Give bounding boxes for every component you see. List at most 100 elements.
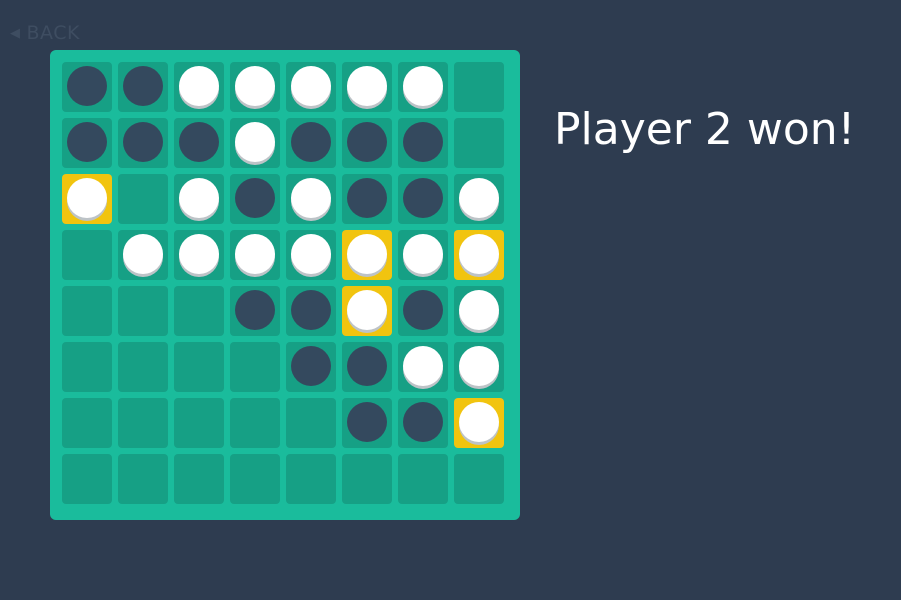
board-cell-r2-c2[interactable]: [118, 118, 168, 168]
board-cell-r6-c1[interactable]: [62, 342, 112, 392]
board-cell-r1-c4[interactable]: [230, 62, 280, 112]
board-cell-r5-c2[interactable]: [118, 286, 168, 336]
board-cell-r4-c7[interactable]: [398, 230, 448, 280]
dark-disc: [403, 290, 443, 330]
dark-disc: [347, 122, 387, 162]
board-cell-r2-c4[interactable]: [230, 118, 280, 168]
white-disc: [459, 178, 499, 218]
board-cell-r4-c4[interactable]: [230, 230, 280, 280]
white-disc: [179, 178, 219, 218]
board-cell-r7-c1[interactable]: [62, 398, 112, 448]
dark-disc: [67, 66, 107, 106]
board-cell-r2-c5[interactable]: [286, 118, 336, 168]
board-cell-r4-c5[interactable]: [286, 230, 336, 280]
board-cell-r5-c7[interactable]: [398, 286, 448, 336]
board-cell-r3-c1[interactable]: [62, 174, 112, 224]
board-cell-r6-c2[interactable]: [118, 342, 168, 392]
board-cell-r7-c7[interactable]: [398, 398, 448, 448]
board-cell-r5-c1[interactable]: [62, 286, 112, 336]
board-cell-r7-c2[interactable]: [118, 398, 168, 448]
board-cell-r2-c6[interactable]: [342, 118, 392, 168]
board-cell-r1-c7[interactable]: [398, 62, 448, 112]
white-disc: [123, 234, 163, 274]
white-disc: [235, 234, 275, 274]
dark-disc: [179, 122, 219, 162]
board-cell-r8-c3[interactable]: [174, 454, 224, 504]
board-cell-r4-c6[interactable]: [342, 230, 392, 280]
board-cell-r5-c6[interactable]: [342, 286, 392, 336]
board-cell-r5-c3[interactable]: [174, 286, 224, 336]
board-cell-r8-c6[interactable]: [342, 454, 392, 504]
dark-disc: [347, 178, 387, 218]
board-cell-r4-c8[interactable]: [454, 230, 504, 280]
board-cell-r7-c4[interactable]: [230, 398, 280, 448]
board-cell-r5-c8[interactable]: [454, 286, 504, 336]
board-cell-r1-c2[interactable]: [118, 62, 168, 112]
board-cell-r3-c4[interactable]: [230, 174, 280, 224]
board-cell-r6-c7[interactable]: [398, 342, 448, 392]
dark-disc: [235, 290, 275, 330]
white-disc: [235, 122, 275, 162]
dark-disc: [347, 346, 387, 386]
white-disc: [291, 66, 331, 106]
board-cell-r3-c5[interactable]: [286, 174, 336, 224]
white-disc: [459, 346, 499, 386]
board-cell-r2-c1[interactable]: [62, 118, 112, 168]
board-cell-r7-c3[interactable]: [174, 398, 224, 448]
board-cell-r4-c2[interactable]: [118, 230, 168, 280]
board-cell-r8-c8[interactable]: [454, 454, 504, 504]
dark-disc: [403, 122, 443, 162]
board-cell-r6-c6[interactable]: [342, 342, 392, 392]
board-cell-r7-c5[interactable]: [286, 398, 336, 448]
white-disc: [459, 402, 499, 442]
board-cell-r8-c2[interactable]: [118, 454, 168, 504]
dark-disc: [403, 402, 443, 442]
white-disc: [67, 178, 107, 218]
board-cell-r3-c2[interactable]: [118, 174, 168, 224]
board-cell-r8-c7[interactable]: [398, 454, 448, 504]
board-cell-r1-c6[interactable]: [342, 62, 392, 112]
white-disc: [347, 290, 387, 330]
board-cell-r5-c4[interactable]: [230, 286, 280, 336]
dark-disc: [67, 122, 107, 162]
white-disc: [403, 234, 443, 274]
board-cell-r4-c1[interactable]: [62, 230, 112, 280]
board-cell-r3-c3[interactable]: [174, 174, 224, 224]
board-cell-r3-c7[interactable]: [398, 174, 448, 224]
board-cell-r2-c7[interactable]: [398, 118, 448, 168]
board-cell-r1-c1[interactable]: [62, 62, 112, 112]
board-cell-r1-c3[interactable]: [174, 62, 224, 112]
white-disc: [235, 66, 275, 106]
board-cell-r8-c5[interactable]: [286, 454, 336, 504]
board-cell-r1-c8[interactable]: [454, 62, 504, 112]
board-cell-r2-c3[interactable]: [174, 118, 224, 168]
dark-disc: [123, 122, 163, 162]
board-cell-r8-c1[interactable]: [62, 454, 112, 504]
board-cell-r2-c8[interactable]: [454, 118, 504, 168]
white-disc: [403, 66, 443, 106]
white-disc: [291, 234, 331, 274]
board-cell-r6-c8[interactable]: [454, 342, 504, 392]
white-disc: [291, 178, 331, 218]
white-disc: [459, 290, 499, 330]
dark-disc: [123, 66, 163, 106]
board-cell-r7-c8[interactable]: [454, 398, 504, 448]
white-disc: [179, 234, 219, 274]
back-label: BACK: [26, 22, 80, 44]
board-cell-r5-c5[interactable]: [286, 286, 336, 336]
dark-disc: [291, 346, 331, 386]
board-cell-r1-c5[interactable]: [286, 62, 336, 112]
dark-disc: [291, 122, 331, 162]
back-button[interactable]: ◀ BACK: [10, 22, 80, 44]
white-disc: [459, 234, 499, 274]
board-cell-r6-c3[interactable]: [174, 342, 224, 392]
board-cell-r6-c4[interactable]: [230, 342, 280, 392]
white-disc: [347, 66, 387, 106]
board-cell-r3-c6[interactable]: [342, 174, 392, 224]
board-cell-r8-c4[interactable]: [230, 454, 280, 504]
board-cell-r7-c6[interactable]: [342, 398, 392, 448]
board-cell-r6-c5[interactable]: [286, 342, 336, 392]
dark-disc: [291, 290, 331, 330]
board-cell-r4-c3[interactable]: [174, 230, 224, 280]
board-cell-r3-c8[interactable]: [454, 174, 504, 224]
